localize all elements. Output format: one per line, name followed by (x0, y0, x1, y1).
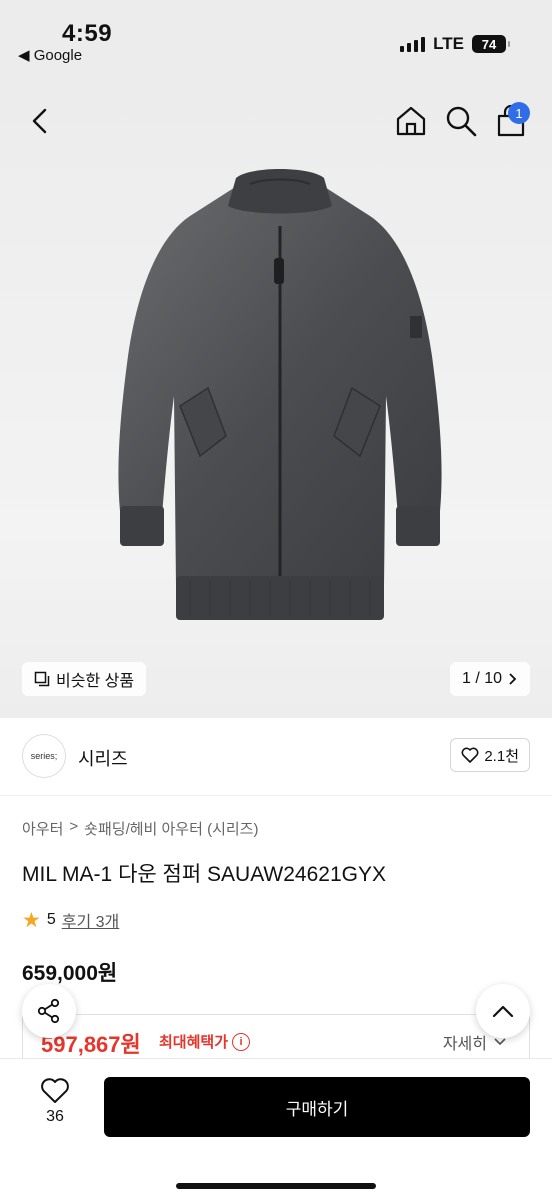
rating-value: 5 (46, 911, 56, 928)
reviews-link[interactable]: 후기 3개 (62, 908, 120, 932)
heart-icon (41, 1078, 69, 1103)
bottom-action-bar: 36 구매하기 (0, 1058, 552, 1200)
home-indicator (176, 1183, 376, 1189)
product-image-area[interactable]: 1 비슷한 상품 1 / 10 (0, 80, 552, 718)
brand-like-count: 2.1천 (484, 747, 519, 765)
info-icon[interactable]: i (232, 1032, 251, 1051)
benefit-label: 최대혜택가 i (159, 1031, 251, 1052)
chevron-left-icon[interactable] (24, 104, 58, 138)
breadcrumb-subcategory[interactable]: 숏패딩/헤비 아우터 (시리즈) (84, 818, 258, 839)
breadcrumb: 아우터 > 숏패딩/헤비 아우터 (시리즈) (22, 818, 258, 839)
chevron-down-icon (494, 1038, 506, 1046)
brand-logo[interactable]: series; (22, 734, 66, 778)
favorite-count: 36 (46, 1108, 64, 1125)
buy-button[interactable]: 구매하기 (104, 1077, 530, 1137)
benefit-label-text: 최대혜택가 (159, 1034, 229, 1051)
product-title: MIL MA-1 다운 점퍼 SAUAW24621GYX (22, 863, 386, 886)
search-icon[interactable] (444, 104, 478, 138)
status-indicators: LTE 74 (400, 34, 510, 54)
home-icon[interactable] (394, 104, 428, 138)
image-pager[interactable]: 1 / 10 (449, 662, 530, 696)
cart-count-badge: 1 (508, 102, 530, 124)
product-price: 659,000원 (22, 962, 118, 985)
chevron-right-icon (509, 673, 517, 685)
scroll-top-button[interactable] (476, 984, 530, 1038)
share-icon (37, 998, 60, 1024)
product-rating: ★ 5 후기 3개 (22, 908, 119, 932)
share-button[interactable] (22, 984, 76, 1038)
copy-icon (34, 671, 50, 687)
brand-like-button[interactable]: 2.1천 (450, 738, 530, 772)
similar-products-label: 비슷한 상품 (56, 673, 135, 690)
brand-logo-text: series; (30, 751, 58, 761)
breadcrumb-separator: > (69, 818, 79, 835)
status-bar: 4:59 ◀ Google LTE 74 (0, 0, 552, 80)
pager-text: 1 / 10 (461, 670, 502, 687)
benefit-detail-label: 자세히 (442, 1036, 487, 1053)
similar-products-button[interactable]: 비슷한 상품 (22, 662, 147, 696)
breadcrumb-category[interactable]: 아우터 (22, 818, 63, 839)
brand-name[interactable]: 시리즈 (78, 745, 128, 771)
battery-icon: 74 (472, 35, 510, 53)
network-label: LTE (433, 34, 464, 53)
star-icon: ★ (22, 908, 41, 932)
chevron-up-icon (492, 1005, 514, 1018)
product-jacket-image (118, 169, 442, 620)
heart-icon (461, 747, 479, 763)
status-time: 4:59 (62, 20, 113, 47)
favorite-button[interactable]: 36 (30, 1077, 80, 1126)
battery-level: 74 (481, 36, 497, 52)
signal-icon (400, 36, 426, 52)
back-to-google-link[interactable]: ◀ Google (18, 46, 82, 64)
brand-row[interactable]: series; 시리즈 2.1천 (0, 718, 552, 796)
